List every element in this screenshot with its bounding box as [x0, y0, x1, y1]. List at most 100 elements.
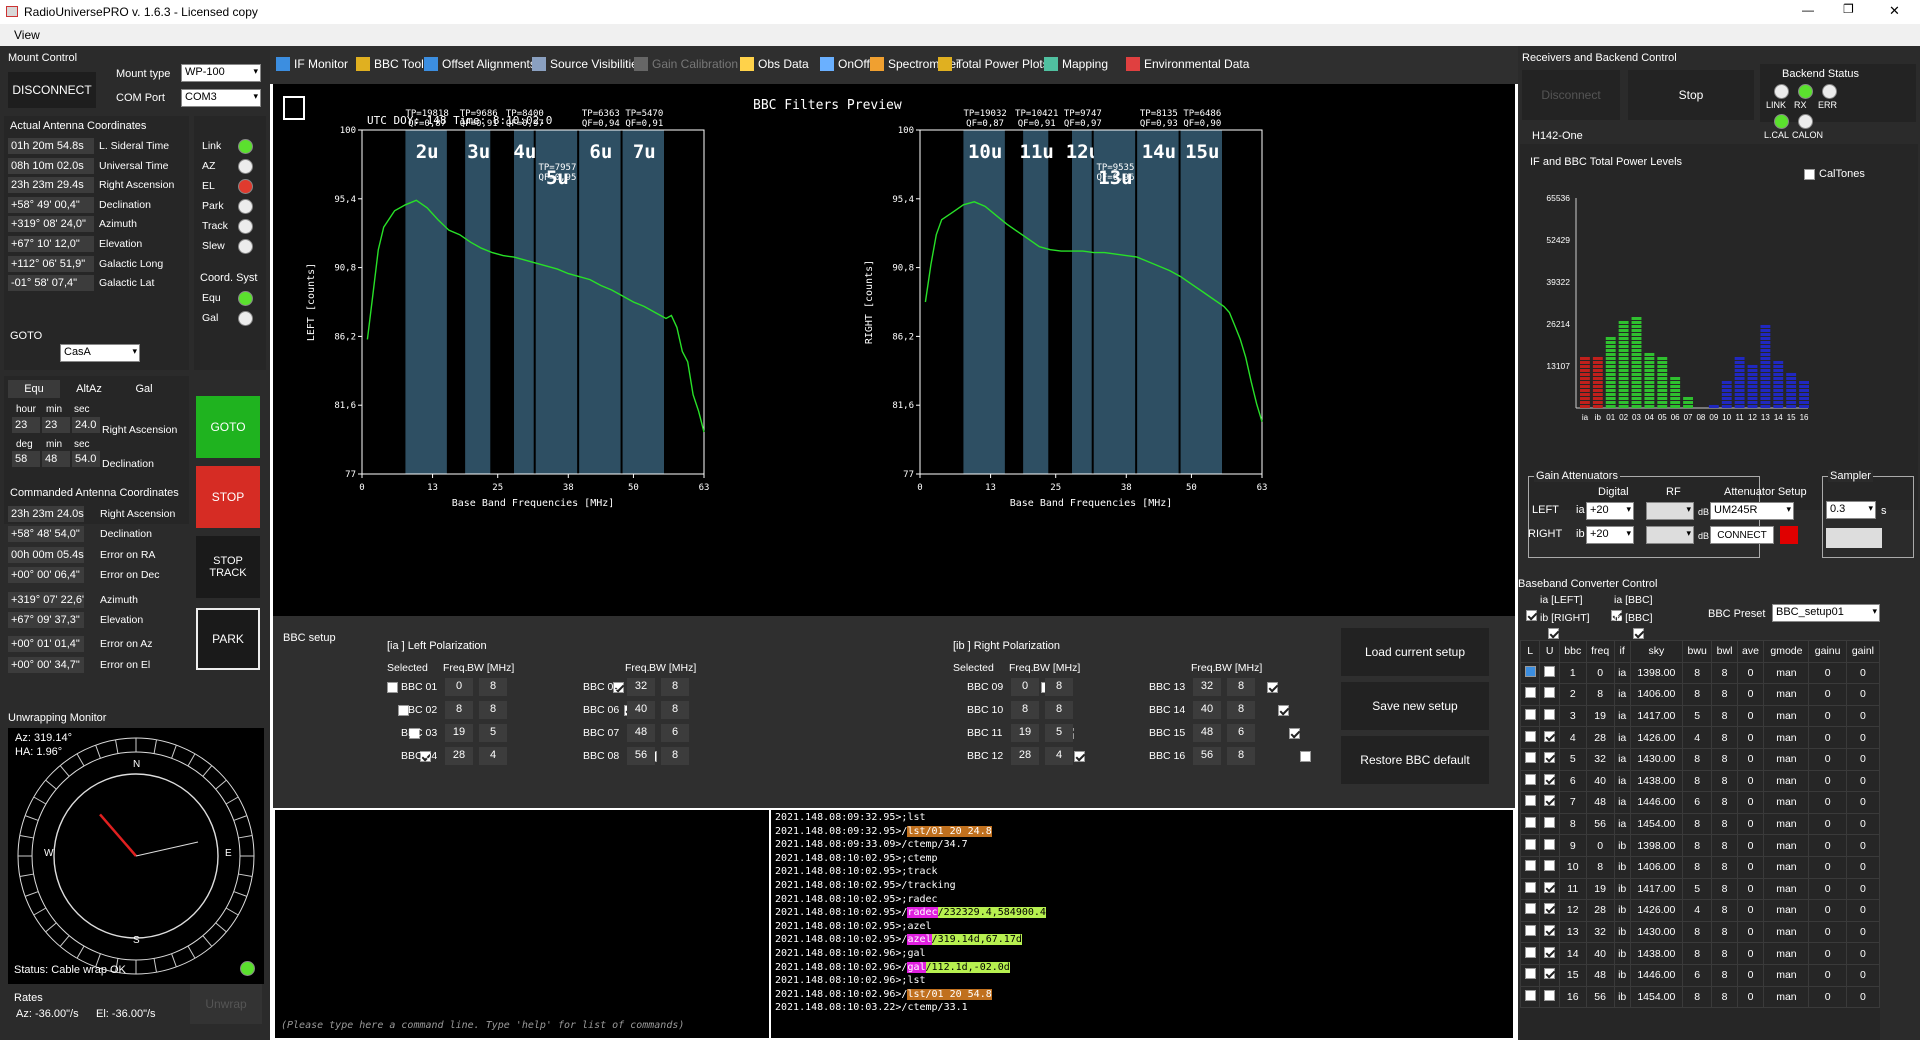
min-input[interactable]: 23 — [42, 417, 70, 433]
unwrap-button[interactable]: Unwrap — [190, 984, 262, 1024]
bbc-preset-select[interactable]: BBC_setup01 — [1772, 604, 1880, 622]
row-l-checkbox[interactable] — [1524, 773, 1536, 785]
bbc-select-checkbox[interactable] — [1289, 728, 1300, 739]
minimize-icon[interactable]: — — [1802, 3, 1814, 17]
bbc-select-checkbox[interactable] — [1300, 751, 1311, 762]
row-l-checkbox[interactable] — [1524, 860, 1536, 872]
bbc-freq-input[interactable]: 28 — [1011, 747, 1039, 765]
bbc-bw-input[interactable]: 8 — [1045, 701, 1073, 719]
bbc-bw-input[interactable]: 8 — [1227, 701, 1255, 719]
right-digital-select[interactable]: +20 — [1586, 526, 1634, 544]
tab-environmental-data[interactable]: Environmental Data — [1126, 57, 1249, 71]
bbc-select-checkbox[interactable] — [387, 682, 398, 693]
att-model-select[interactable]: UM245R — [1710, 502, 1794, 520]
bbc-freq-input[interactable]: 56 — [627, 747, 655, 765]
row-l-checkbox[interactable] — [1524, 903, 1536, 915]
tab-mapping[interactable]: Mapping — [1044, 57, 1108, 71]
coord-tab-gal[interactable]: Gal — [118, 380, 170, 398]
bbc-bw-input[interactable]: 8 — [479, 678, 507, 696]
row-l-checkbox[interactable] — [1524, 687, 1536, 699]
row-l-checkbox[interactable] — [1524, 925, 1536, 937]
row-u-checkbox[interactable] — [1544, 968, 1556, 980]
row-l-checkbox[interactable] — [1524, 709, 1536, 721]
row-u-checkbox[interactable] — [1544, 881, 1556, 893]
tab-source-visibilities[interactable]: Source Visibilities — [532, 57, 644, 71]
stop-button[interactable]: STOP — [196, 466, 260, 528]
menu-view[interactable]: View — [14, 28, 40, 42]
row-l-checkbox[interactable] — [1524, 730, 1536, 742]
park-button[interactable]: PARK — [196, 608, 260, 670]
hour-input[interactable]: 23 — [12, 417, 40, 433]
bbc-freq-input[interactable]: 32 — [1193, 678, 1221, 696]
row-u-checkbox[interactable] — [1544, 730, 1556, 742]
bbc-bw-input[interactable]: 4 — [479, 747, 507, 765]
sec-input[interactable]: 24.0 — [72, 417, 100, 433]
row-u-checkbox[interactable] — [1544, 817, 1556, 829]
row-u-checkbox[interactable] — [1544, 709, 1556, 721]
tab-bbc-tools[interactable]: BBC Tools — [356, 57, 430, 71]
row-u-checkbox[interactable] — [1544, 925, 1556, 937]
row-l-checkbox[interactable] — [1524, 752, 1536, 764]
row-l-checkbox[interactable] — [1524, 838, 1536, 850]
bbc-bw-input[interactable]: 5 — [479, 724, 507, 742]
bbc-freq-input[interactable]: 8 — [445, 701, 473, 719]
bbc-bw-input[interactable]: 8 — [1227, 747, 1255, 765]
load-setup-button[interactable]: Load current setup — [1341, 628, 1489, 676]
row-u-checkbox[interactable] — [1544, 795, 1556, 807]
row-u-checkbox[interactable] — [1544, 838, 1556, 850]
command-input[interactable]: (Please type here a command line. Type '… — [281, 1020, 684, 1031]
bbc-freq-input[interactable]: 19 — [445, 724, 473, 742]
dmin-input[interactable]: 48 — [42, 451, 70, 467]
bbc-bw-input[interactable]: 6 — [1227, 724, 1255, 742]
maximize-icon[interactable]: ❐ — [1843, 2, 1854, 16]
row-u-checkbox[interactable] — [1544, 860, 1556, 872]
command-area[interactable]: (Please type here a command line. Type '… — [275, 810, 769, 1038]
left-digital-select[interactable]: +20 — [1586, 502, 1634, 520]
bbc-select-checkbox[interactable] — [1267, 682, 1278, 693]
bbc-bw-input[interactable]: 5 — [1045, 724, 1073, 742]
bbc-freq-input[interactable]: 40 — [627, 701, 655, 719]
bbc-freq-input[interactable]: 28 — [445, 747, 473, 765]
bbc-select-checkbox[interactable] — [1074, 751, 1085, 762]
bbc-bw-input[interactable]: 8 — [1227, 678, 1255, 696]
tab-gain-calibration[interactable]: Gain Calibration — [634, 57, 738, 71]
row-l-checkbox[interactable] — [1524, 795, 1536, 807]
coord-tab-equ[interactable]: Equ — [8, 380, 60, 398]
row-u-checkbox[interactable] — [1544, 773, 1556, 785]
row-l-checkbox[interactable] — [1524, 946, 1536, 958]
bbc-ctrl-checkbox[interactable] — [1526, 610, 1537, 621]
bbc-select-checkbox[interactable] — [1278, 705, 1289, 716]
restore-default-button[interactable]: Restore BBC default — [1341, 736, 1489, 784]
tab-onoff[interactable]: OnOff — [820, 57, 870, 71]
receiver-stop-button[interactable]: Stop — [1628, 70, 1754, 120]
bbc-freq-input[interactable]: 8 — [1011, 701, 1039, 719]
bbc-freq-input[interactable]: 40 — [1193, 701, 1221, 719]
bbc-bw-input[interactable]: 8 — [479, 701, 507, 719]
tab-offset-alignments[interactable]: Offset Alignments — [424, 57, 536, 71]
receiver-disconnect-button[interactable]: Disconnect — [1522, 70, 1620, 120]
bbc-freq-input[interactable]: 48 — [627, 724, 655, 742]
com-port-select[interactable]: COM3 — [181, 89, 261, 107]
row-l-checkbox[interactable] — [1524, 665, 1536, 677]
bbc-bw-input[interactable]: 4 — [1045, 747, 1073, 765]
mount-type-select[interactable]: WP-100 — [181, 64, 261, 82]
goto-button[interactable]: GOTO — [196, 396, 260, 458]
left-rf-select[interactable] — [1646, 502, 1694, 520]
row-u-checkbox[interactable] — [1544, 687, 1556, 699]
bbc-ctrl-checkbox[interactable] — [1633, 628, 1644, 639]
save-setup-button[interactable]: Save new setup — [1341, 682, 1489, 730]
right-rf-select[interactable] — [1646, 526, 1694, 544]
att-connect-button[interactable]: CONNECT — [1710, 526, 1774, 544]
row-u-checkbox[interactable] — [1544, 752, 1556, 764]
tab-total-power-plots[interactable]: Total Power Plots — [938, 57, 1049, 71]
bbc-bw-input[interactable]: 8 — [1045, 678, 1073, 696]
deg-input[interactable]: 58 — [12, 451, 40, 467]
goto-target-select[interactable]: CasA — [60, 344, 140, 362]
bbc-freq-input[interactable]: 32 — [627, 678, 655, 696]
bbc-bw-input[interactable]: 8 — [661, 701, 689, 719]
row-l-checkbox[interactable] — [1524, 817, 1536, 829]
bbc-freq-input[interactable]: 48 — [1193, 724, 1221, 742]
bbc-ctrl-checkbox[interactable] — [1548, 628, 1559, 639]
row-u-checkbox[interactable] — [1544, 665, 1556, 677]
row-u-checkbox[interactable] — [1544, 903, 1556, 915]
